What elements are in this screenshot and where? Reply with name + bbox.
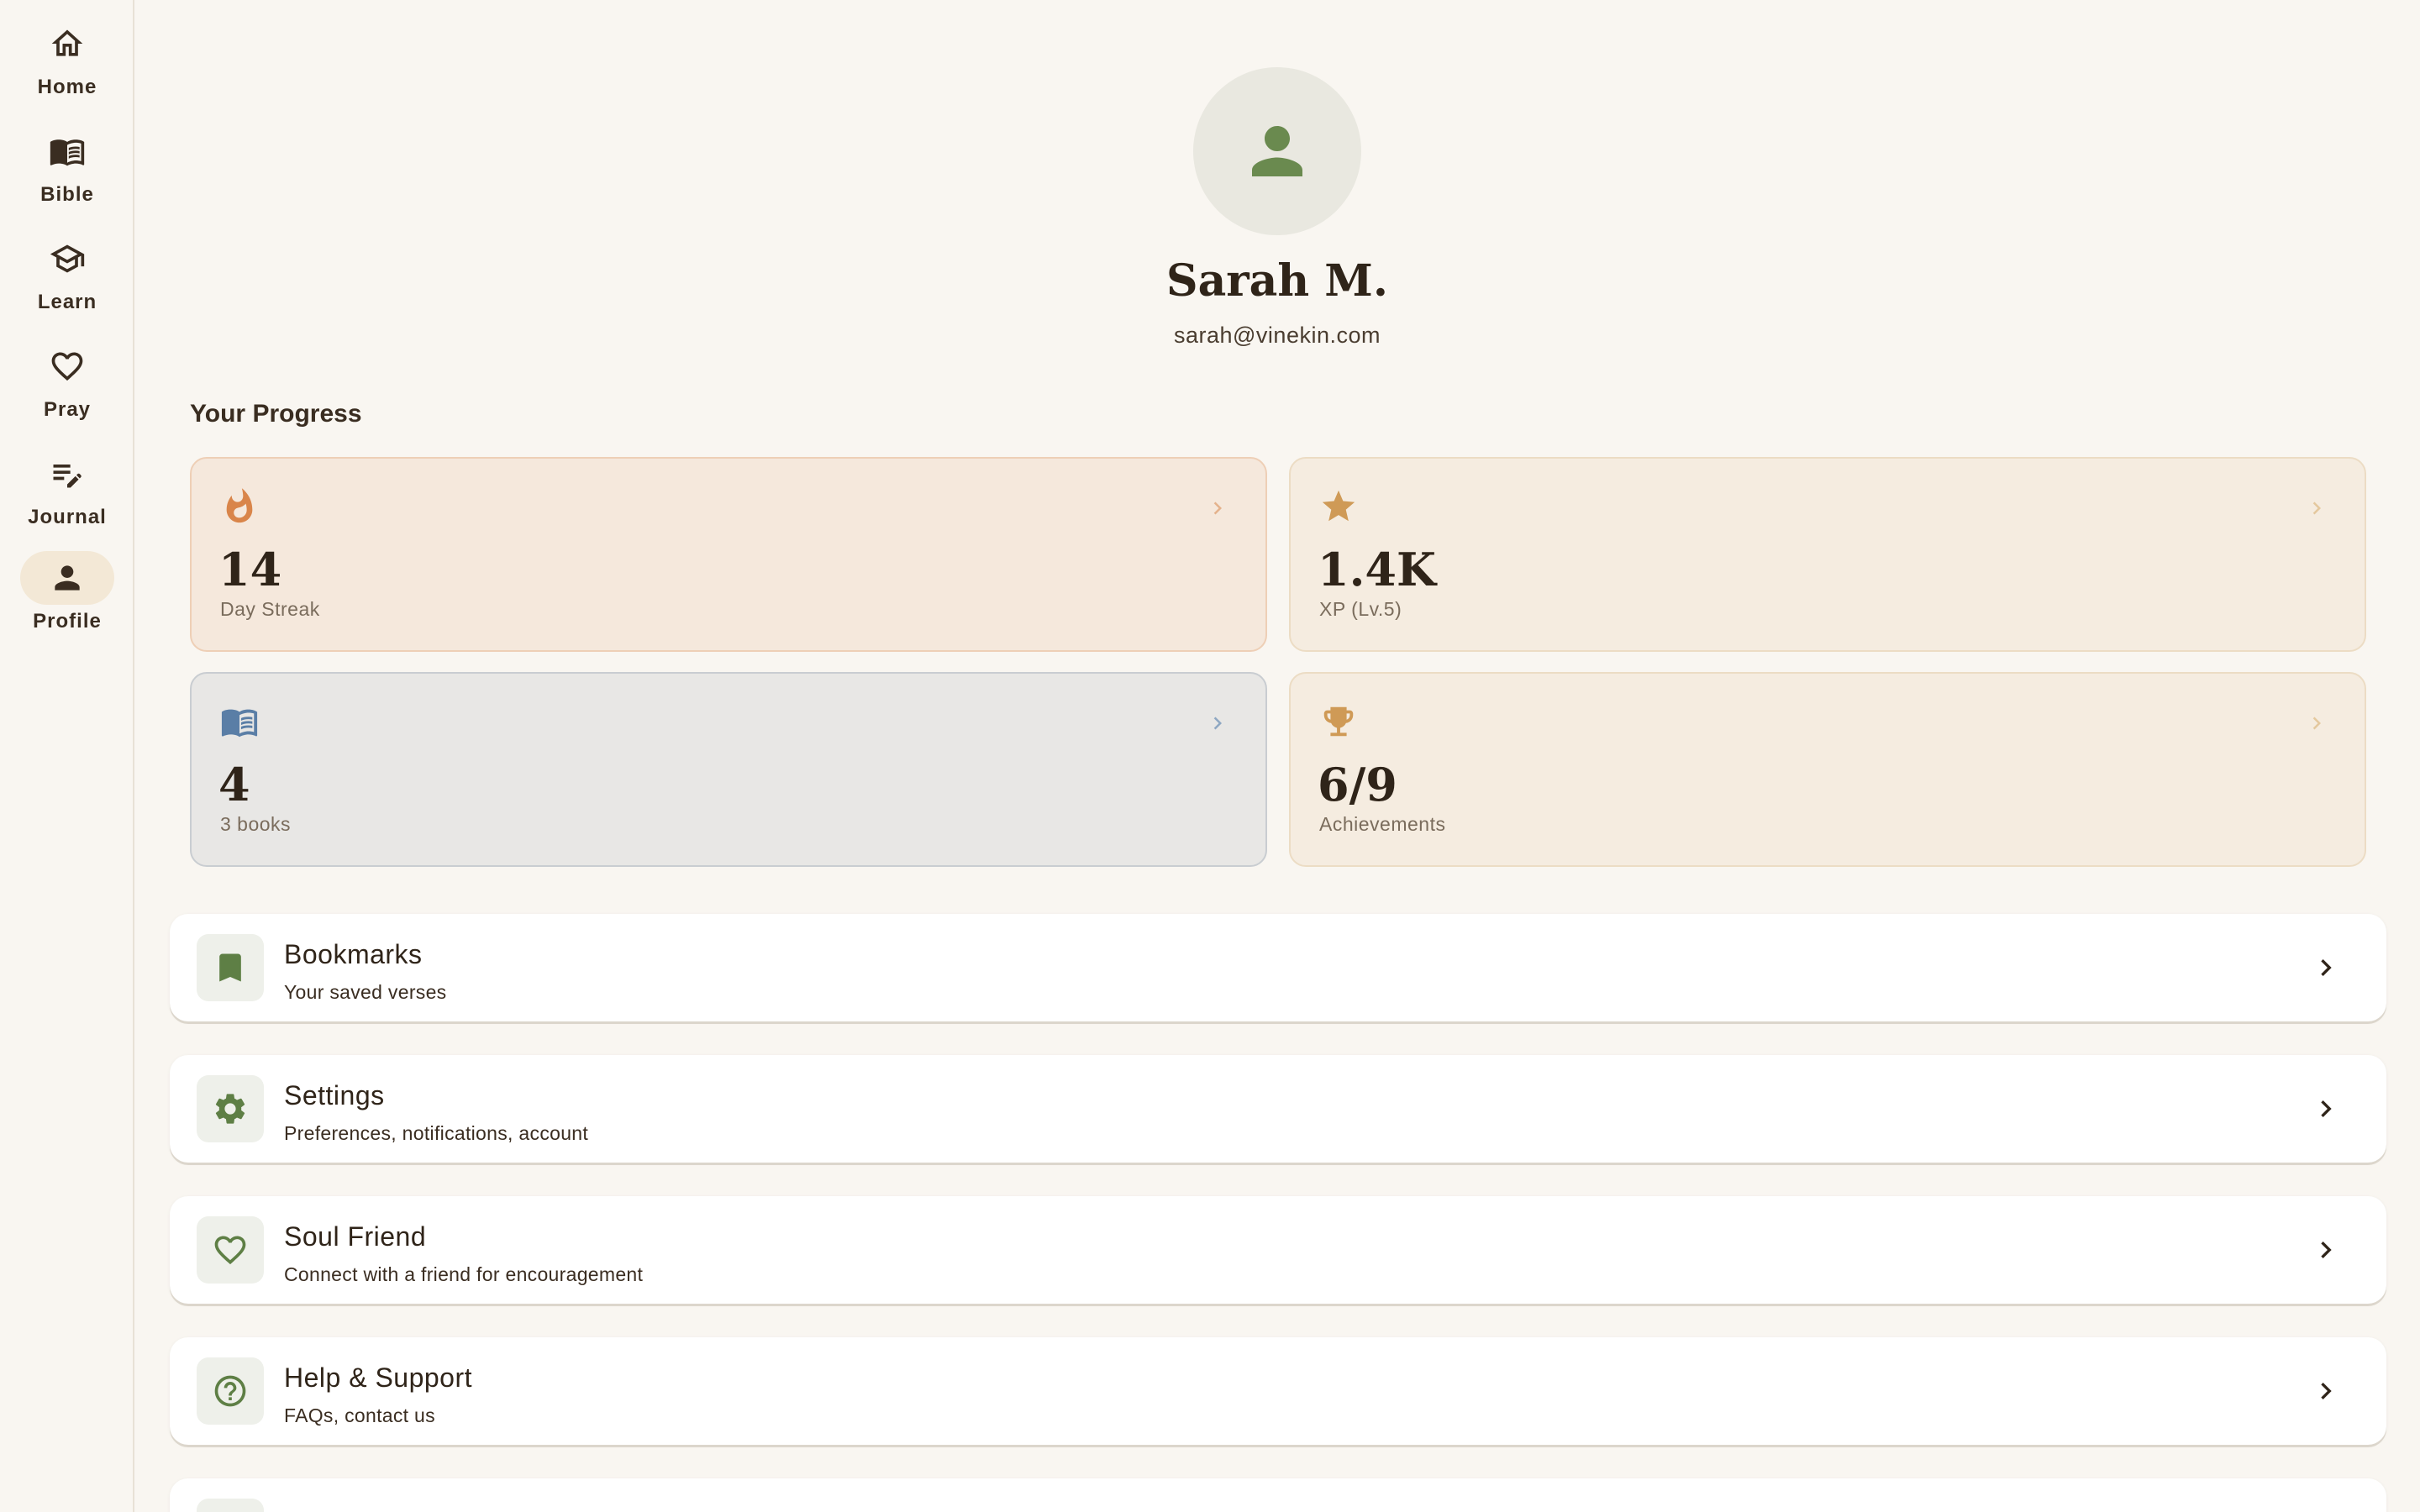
streak-value: 14 xyxy=(218,543,282,596)
gear-icon xyxy=(215,1094,245,1124)
menu-subtitle-settings: Preferences, notifications, account xyxy=(284,1122,589,1144)
chevron-right-icon xyxy=(2321,1100,2332,1117)
menu-row-settings[interactable]: Settings Preferences, notifications, acc… xyxy=(170,1055,2386,1163)
chevron-right-icon xyxy=(2312,501,2321,515)
star-icon xyxy=(1322,490,1355,522)
streak-card[interactable]: 14 Day Streak xyxy=(190,457,1267,652)
user-name: Sarah M. xyxy=(1166,255,1388,307)
user-email: sarah@vinekin.com xyxy=(1173,323,1381,348)
chevron-right-icon xyxy=(2321,959,2332,976)
streak-label: Day Streak xyxy=(220,598,320,620)
nav-item-profile[interactable]: Profile xyxy=(0,551,134,643)
menu-subtitle-help-support: FAQs, contact us xyxy=(284,1404,435,1426)
nav-label-learn: Learn xyxy=(37,291,97,313)
books-value: 4 xyxy=(218,758,250,811)
menu-row-help-support[interactable]: Help & Support FAQs, contact us xyxy=(170,1337,2386,1445)
menu-subtitle-soul-friend: Connect with a friend for encouragement xyxy=(284,1263,644,1285)
chevron-right-icon xyxy=(2321,1242,2332,1258)
heart-icon xyxy=(214,1236,246,1265)
menu-row-bookmarks[interactable]: Bookmarks Your saved verses xyxy=(170,914,2386,1021)
nav-item-bible[interactable]: Bible xyxy=(0,124,134,217)
help-circle-icon xyxy=(214,1375,246,1407)
nav-item-journal[interactable]: Journal xyxy=(0,447,134,539)
nav-label-journal: Journal xyxy=(28,506,107,528)
menu-row-partial[interactable] xyxy=(170,1478,2386,1512)
graduation-cap-icon xyxy=(50,244,85,273)
achievements-card[interactable]: 6/9 Achievements xyxy=(1289,672,2366,867)
flame-icon xyxy=(226,488,253,523)
menu-title-help-support: Help & Support xyxy=(284,1362,473,1393)
nav-label-bible: Bible xyxy=(40,183,94,206)
xp-value: 1.4K xyxy=(1318,543,1436,596)
books-card[interactable]: 4 3 books xyxy=(190,672,1267,867)
bookmark-icon xyxy=(219,953,241,982)
nav-item-pray[interactable]: Pray xyxy=(0,339,134,432)
menu-title-settings: Settings xyxy=(284,1080,385,1110)
nav-item-home[interactable]: Home xyxy=(0,17,134,109)
xp-card[interactable]: 1.4K XP (Lv.5) xyxy=(1289,457,2366,652)
trophy-icon xyxy=(1323,706,1354,737)
chevron-right-icon xyxy=(2321,1383,2332,1399)
menu-title-soul-friend: Soul Friend xyxy=(284,1221,427,1252)
book-open-icon xyxy=(221,709,258,738)
menu-title-bookmarks: Bookmarks xyxy=(284,939,423,969)
achievements-value: 6/9 xyxy=(1318,758,1397,811)
achievements-label: Achievements xyxy=(1319,813,1446,835)
home-icon xyxy=(51,29,83,56)
chevron-right-icon xyxy=(1213,717,1222,730)
heart-icon xyxy=(51,352,83,381)
chevron-right-icon xyxy=(1213,501,1222,515)
sidebar-nav: Home Bible Learn Pray Journal Profile xyxy=(0,0,134,1512)
progress-section-title: Your Progress xyxy=(190,400,362,428)
nav-item-learn[interactable]: Learn xyxy=(0,232,134,324)
chevron-right-icon xyxy=(2312,717,2321,730)
menu-row-soul-friend[interactable]: Soul Friend Connect with a friend for en… xyxy=(170,1196,2386,1304)
menu-subtitle-bookmarks: Your saved verses xyxy=(284,981,447,1003)
person-icon xyxy=(1252,126,1302,176)
edit-note-icon xyxy=(53,465,82,488)
person-icon xyxy=(55,565,80,591)
nav-label-profile: Profile xyxy=(33,610,102,633)
book-icon xyxy=(50,139,85,166)
nav-label-pray: Pray xyxy=(43,398,92,421)
avatar[interactable] xyxy=(1193,67,1361,235)
books-label: 3 books xyxy=(220,813,292,835)
nav-label-home: Home xyxy=(37,76,97,98)
xp-label: XP (Lv.5) xyxy=(1319,598,1402,620)
